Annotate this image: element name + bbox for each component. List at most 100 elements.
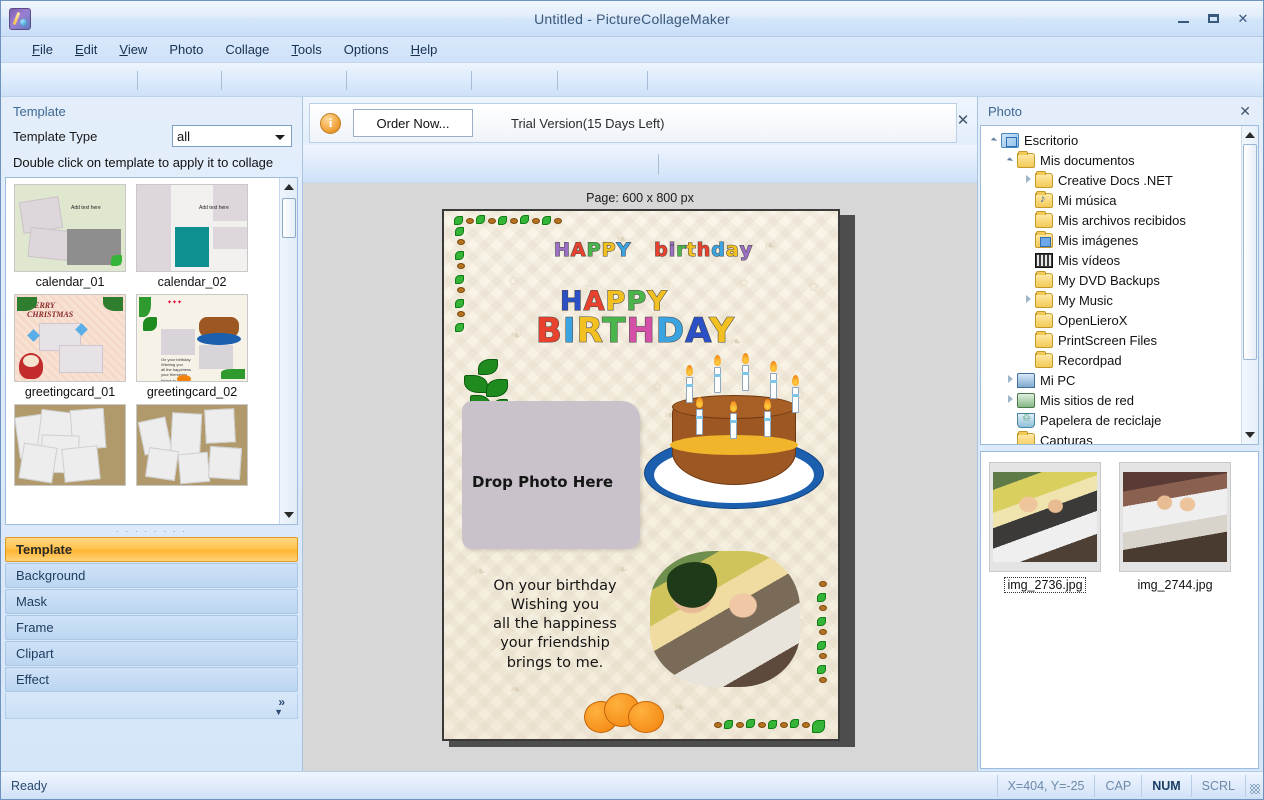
tree-item-recordpad[interactable]: Recordpad [985,350,1241,370]
category-list: Template Background Mask Frame Clipart E… [5,536,298,719]
folder-icon [1035,210,1053,228]
photo-filename[interactable]: img_2736.jpg [1004,577,1086,593]
template-name: greetingcard_02 [146,384,238,399]
tree-item-mis-imagenes[interactable]: Mis imágenes [985,230,1241,250]
close-photo-panel-icon[interactable]: ✕ [1239,103,1255,120]
expander-right-icon[interactable] [1003,395,1017,405]
tree-item-papelera[interactable]: Papelera de reciclaje [985,410,1241,430]
template-thumbnail-pile-02 [136,403,248,486]
order-now-button[interactable]: Order Now... [353,109,473,137]
template-panel: Template Template Type all Double click … [1,97,303,771]
photo-thumbnail[interactable] [1119,462,1231,572]
menu-edit[interactable]: Edit [64,39,108,60]
folder-tree-box: Escritorio Mis documentos Creative Docs … [980,125,1259,445]
sidebar-item-mask[interactable]: Mask [5,588,298,614]
template-item[interactable]: Add text here calendar_02 [136,183,248,294]
menu-tools-rest: ools [297,42,322,57]
expander-right-icon[interactable] [1021,175,1035,185]
menu-bar: File Edit View Photo Collage Tools Optio… [1,37,1263,63]
tree-item-mis-documentos[interactable]: Mis documentos [985,150,1241,170]
menu-tools[interactable]: Tools [280,39,332,60]
canvas-area[interactable]: Page: 600 x 800 px ✩ ✩ ✩ ✩ ✩ ✩ ✩ ❧ ❧ ❧ ❧ [303,183,977,771]
toolbar-separator [471,71,472,90]
tree-item-capturas[interactable]: Capturas [985,430,1241,444]
menu-help-rest: elp [419,42,438,57]
expander-down-icon[interactable] [987,135,1001,145]
tree-item-mi-musica[interactable]: Mi música [985,190,1241,210]
tree-item-mis-sitios-de-red[interactable]: Mis sitios de red [985,390,1241,410]
scrollbar-thumb[interactable] [1243,144,1257,360]
close-trial-banner-icon[interactable]: ✕ [955,111,971,129]
page-size-label: Page: 600 x 800 px [586,191,694,205]
template-item[interactable]: ✦✦✦ On your birthday Wishing you all the h… [136,293,248,404]
expander-right-icon[interactable] [1003,375,1017,385]
toolbar-separator [647,71,648,90]
scrollbar-thumb[interactable] [282,197,296,238]
panel-splitter[interactable]: · · · · · · · · [5,525,298,537]
tree-item-openlierox[interactable]: OpenLieroX [985,310,1241,330]
shell-decoration: ❧ [764,237,776,253]
sidebar-item-effect[interactable]: Effect [5,666,298,692]
tree-item-label: Recordpad [1058,352,1122,368]
tree-item-my-dvd-backups[interactable]: My DVD Backups [985,270,1241,290]
photo-list-item[interactable]: img_2744.jpg [1119,462,1231,592]
resize-grip-icon[interactable] [1245,774,1263,797]
template-scrollbar[interactable] [279,177,297,524]
tree-item-label: PrintScreen Files [1058,332,1157,348]
menu-view[interactable]: View [108,39,158,60]
menu-options[interactable]: Options [333,39,400,60]
tree-item-mis-archivos-recibidos[interactable]: Mis archivos recibidos [985,210,1241,230]
sidebar-item-background[interactable]: Background [5,562,298,588]
tree-item-mis-videos[interactable]: Mis vídeos [985,250,1241,270]
scroll-down-icon[interactable] [284,511,294,518]
category-overflow[interactable]: » ▼ [5,692,298,719]
menu-collage[interactable]: Collage [214,39,280,60]
sidebar-item-frame[interactable]: Frame [5,614,298,640]
folder-icon [1017,150,1035,168]
tree-item-mi-pc[interactable]: Mi PC [985,370,1241,390]
tree-item-printscreen-files[interactable]: PrintScreen Files [985,330,1241,350]
collage-photo[interactable] [650,551,800,687]
close-button[interactable]: ✕ [1229,8,1257,30]
template-item[interactable]: MERRY CHRISTMAS greetingcard_01 [14,293,126,404]
menu-help[interactable]: Help [400,39,449,60]
pictures-folder-icon [1035,230,1053,248]
tree-item-label: OpenLieroX [1058,312,1128,328]
photo-panel-header: Photo ✕ [980,99,1259,125]
template-item[interactable] [14,403,126,494]
tree-item-my-music[interactable]: My Music [985,290,1241,310]
folder-icon [1035,310,1053,328]
tree-item-creative-docs[interactable]: Creative Docs .NET [985,170,1241,190]
scroll-up-icon[interactable] [284,183,294,190]
folder-icon [1035,170,1053,188]
candle [686,377,693,403]
template-type-select[interactable]: all [172,125,292,147]
template-item[interactable] [136,403,248,494]
folder-icon [1035,270,1053,288]
photo-thumbnail[interactable] [989,462,1101,572]
collage-page[interactable]: ✩ ✩ ✩ ✩ ✩ ✩ ✩ ❧ ❧ ❧ ❧ ❧ ❧ ❧ ❧ ✩ ✩ [442,209,840,741]
tree-item-label: Mis documentos [1040,152,1135,168]
template-thumbnail-calendar-01: Add text here [14,183,126,272]
chevron-down-icon: ▼ [274,706,283,717]
sidebar-item-template[interactable]: Template [5,536,298,562]
expander-down-icon[interactable] [1003,155,1017,165]
template-thumbnail-greetingcard-02: ✦✦✦ On your birthday Wishing you all the h… [136,293,248,382]
scroll-down-icon[interactable] [1245,432,1255,438]
template-thumbnail-greetingcard-01: MERRY CHRISTMAS [14,293,126,382]
expander-right-icon[interactable] [1021,295,1035,305]
template-item[interactable]: Add text here calendar_01 [14,183,126,294]
maximize-button[interactable] [1199,8,1227,30]
candle-flame [730,401,737,412]
scroll-up-icon[interactable] [1245,132,1255,138]
menu-file[interactable]: File [21,39,64,60]
photo-list-item[interactable]: img_2736.jpg [989,462,1101,593]
photo-filename[interactable]: img_2744.jpg [1119,578,1231,592]
menu-photo[interactable]: Photo [158,39,214,60]
tree-item-label: Mi PC [1040,372,1076,388]
tree-item-escritorio[interactable]: Escritorio [985,130,1241,150]
minimize-button[interactable] [1169,8,1197,30]
folder-tree-scrollbar[interactable] [1241,126,1258,444]
status-bar: Ready X=404, Y=-25 CAP NUM SCRL [1,771,1263,799]
sidebar-item-clipart[interactable]: Clipart [5,640,298,666]
